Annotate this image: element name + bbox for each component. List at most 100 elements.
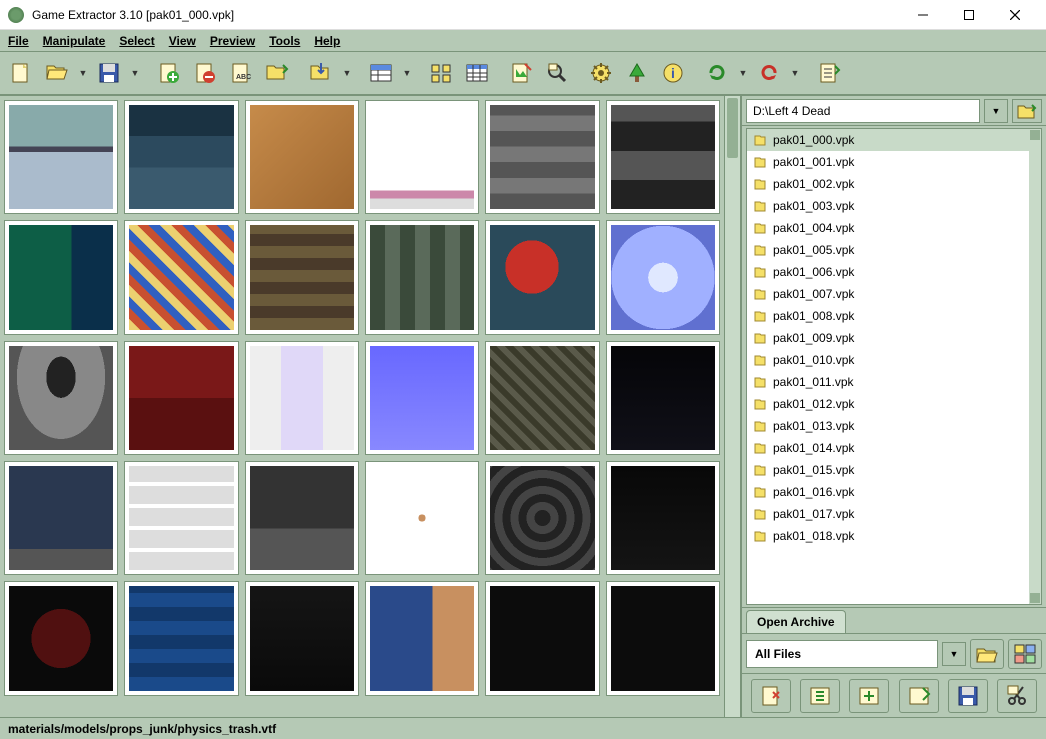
path-input[interactable]: D:\Left 4 Dead bbox=[746, 99, 980, 123]
thumbnail-item[interactable] bbox=[4, 581, 118, 695]
thumbnail-item[interactable] bbox=[245, 341, 359, 455]
remove-file-button[interactable] bbox=[188, 56, 222, 90]
action-4-button[interactable] bbox=[899, 679, 939, 713]
thumbnail-item[interactable] bbox=[606, 100, 720, 214]
thumbnail-item[interactable] bbox=[485, 341, 599, 455]
toolbar-dropdown[interactable]: ▼ bbox=[400, 56, 414, 90]
thumbnail-item[interactable] bbox=[124, 220, 238, 334]
menu-tools[interactable]: Tools bbox=[269, 34, 300, 48]
list-view-button[interactable] bbox=[460, 56, 494, 90]
info-button[interactable]: i bbox=[656, 56, 690, 90]
menu-manipulate[interactable]: Manipulate bbox=[43, 34, 106, 48]
thumbnail-item[interactable] bbox=[4, 461, 118, 575]
thumbnail-item[interactable] bbox=[365, 220, 479, 334]
rotate-right-button[interactable] bbox=[700, 56, 734, 90]
file-row[interactable]: pak01_002.vpk bbox=[747, 173, 1041, 195]
thumbnail-item[interactable] bbox=[606, 581, 720, 695]
add-file-button[interactable] bbox=[152, 56, 186, 90]
thumbnail-item[interactable] bbox=[365, 100, 479, 214]
filter-dropdown[interactable]: ▼ bbox=[942, 642, 966, 666]
table-view-button[interactable] bbox=[364, 56, 398, 90]
thumbnail-scrollbar[interactable] bbox=[724, 96, 740, 717]
thumbnail-item[interactable] bbox=[485, 220, 599, 334]
menu-preview[interactable]: Preview bbox=[210, 34, 255, 48]
toolbar-dropdown[interactable]: ▼ bbox=[788, 56, 802, 90]
file-row[interactable]: pak01_014.vpk bbox=[747, 437, 1041, 459]
file-row[interactable]: pak01_011.vpk bbox=[747, 371, 1041, 393]
tree-button[interactable] bbox=[620, 56, 654, 90]
save-disk-button[interactable] bbox=[948, 679, 988, 713]
thumbnail-item[interactable] bbox=[4, 341, 118, 455]
rename-file-button[interactable]: ABC bbox=[224, 56, 258, 90]
toolbar-dropdown[interactable]: ▼ bbox=[736, 56, 750, 90]
grid-color-button[interactable] bbox=[1008, 639, 1042, 669]
file-row[interactable]: pak01_017.vpk bbox=[747, 503, 1041, 525]
scrollbar-thumb[interactable] bbox=[1030, 593, 1040, 603]
scrollbar-thumb[interactable] bbox=[1030, 130, 1040, 140]
menu-select[interactable]: Select bbox=[119, 34, 154, 48]
thumbnail-item[interactable] bbox=[485, 461, 599, 575]
menu-view[interactable]: View bbox=[169, 34, 196, 48]
file-row[interactable]: pak01_012.vpk bbox=[747, 393, 1041, 415]
save-disk-button[interactable] bbox=[92, 56, 126, 90]
file-row[interactable]: pak01_013.vpk bbox=[747, 415, 1041, 437]
toolbar-dropdown[interactable]: ▼ bbox=[76, 56, 90, 90]
thumbnail-item[interactable] bbox=[606, 220, 720, 334]
scrollbar-thumb[interactable] bbox=[727, 98, 738, 158]
properties-button[interactable] bbox=[812, 56, 846, 90]
thumbnail-item[interactable] bbox=[245, 100, 359, 214]
up-folder-button[interactable] bbox=[1012, 99, 1042, 123]
thumbnail-item[interactable] bbox=[124, 461, 238, 575]
preview-button[interactable] bbox=[504, 56, 538, 90]
file-row[interactable]: pak01_000.vpk bbox=[747, 129, 1041, 151]
thumbnail-item[interactable] bbox=[245, 461, 359, 575]
file-row[interactable]: pak01_008.vpk bbox=[747, 305, 1041, 327]
menu-help[interactable]: Help bbox=[314, 34, 340, 48]
thumbnail-item[interactable] bbox=[245, 581, 359, 695]
maximize-button[interactable] bbox=[946, 0, 992, 30]
thumbnail-item[interactable] bbox=[365, 581, 479, 695]
thumbnail-item[interactable] bbox=[245, 220, 359, 334]
file-row[interactable]: pak01_015.vpk bbox=[747, 459, 1041, 481]
file-row[interactable]: pak01_006.vpk bbox=[747, 261, 1041, 283]
file-row[interactable]: pak01_004.vpk bbox=[747, 217, 1041, 239]
thumbnail-item[interactable] bbox=[124, 581, 238, 695]
file-filter[interactable]: All Files bbox=[746, 640, 938, 668]
minimize-button[interactable] bbox=[900, 0, 946, 30]
file-row[interactable]: pak01_010.vpk bbox=[747, 349, 1041, 371]
file-row[interactable]: pak01_005.vpk bbox=[747, 239, 1041, 261]
open-archive-button[interactable] bbox=[40, 56, 74, 90]
gear-yellow-button[interactable] bbox=[584, 56, 618, 90]
import-folder-button[interactable] bbox=[260, 56, 294, 90]
thumb-view-button[interactable] bbox=[424, 56, 458, 90]
new-archive-button[interactable] bbox=[4, 56, 38, 90]
thumbnail-item[interactable] bbox=[4, 220, 118, 334]
rotate-left-button[interactable] bbox=[752, 56, 786, 90]
thumbnail-item[interactable] bbox=[485, 100, 599, 214]
open-folder-button[interactable] bbox=[970, 639, 1004, 669]
action-1-button[interactable] bbox=[751, 679, 791, 713]
search-button[interactable] bbox=[540, 56, 574, 90]
file-row[interactable]: pak01_016.vpk bbox=[747, 481, 1041, 503]
file-row[interactable]: pak01_003.vpk bbox=[747, 195, 1041, 217]
thumbnail-item[interactable] bbox=[365, 461, 479, 575]
thumbnail-item[interactable] bbox=[124, 100, 238, 214]
action-3-button[interactable] bbox=[849, 679, 889, 713]
extract-button[interactable] bbox=[304, 56, 338, 90]
file-row[interactable]: pak01_018.vpk bbox=[747, 525, 1041, 547]
toolbar-dropdown[interactable]: ▼ bbox=[128, 56, 142, 90]
thumbnail-item[interactable] bbox=[4, 100, 118, 214]
action-2-button[interactable] bbox=[800, 679, 840, 713]
file-row[interactable]: pak01_007.vpk bbox=[747, 283, 1041, 305]
thumbnail-item[interactable] bbox=[365, 341, 479, 455]
file-list-scrollbar[interactable] bbox=[1029, 129, 1041, 604]
thumbnail-item[interactable] bbox=[606, 461, 720, 575]
close-button[interactable] bbox=[992, 0, 1038, 30]
toolbar-dropdown[interactable]: ▼ bbox=[340, 56, 354, 90]
thumbnail-item[interactable] bbox=[485, 581, 599, 695]
menu-file[interactable]: File bbox=[8, 34, 29, 48]
file-row[interactable]: pak01_001.vpk bbox=[747, 151, 1041, 173]
thumbnail-item[interactable] bbox=[124, 341, 238, 455]
cut-button[interactable] bbox=[997, 679, 1037, 713]
file-row[interactable]: pak01_009.vpk bbox=[747, 327, 1041, 349]
